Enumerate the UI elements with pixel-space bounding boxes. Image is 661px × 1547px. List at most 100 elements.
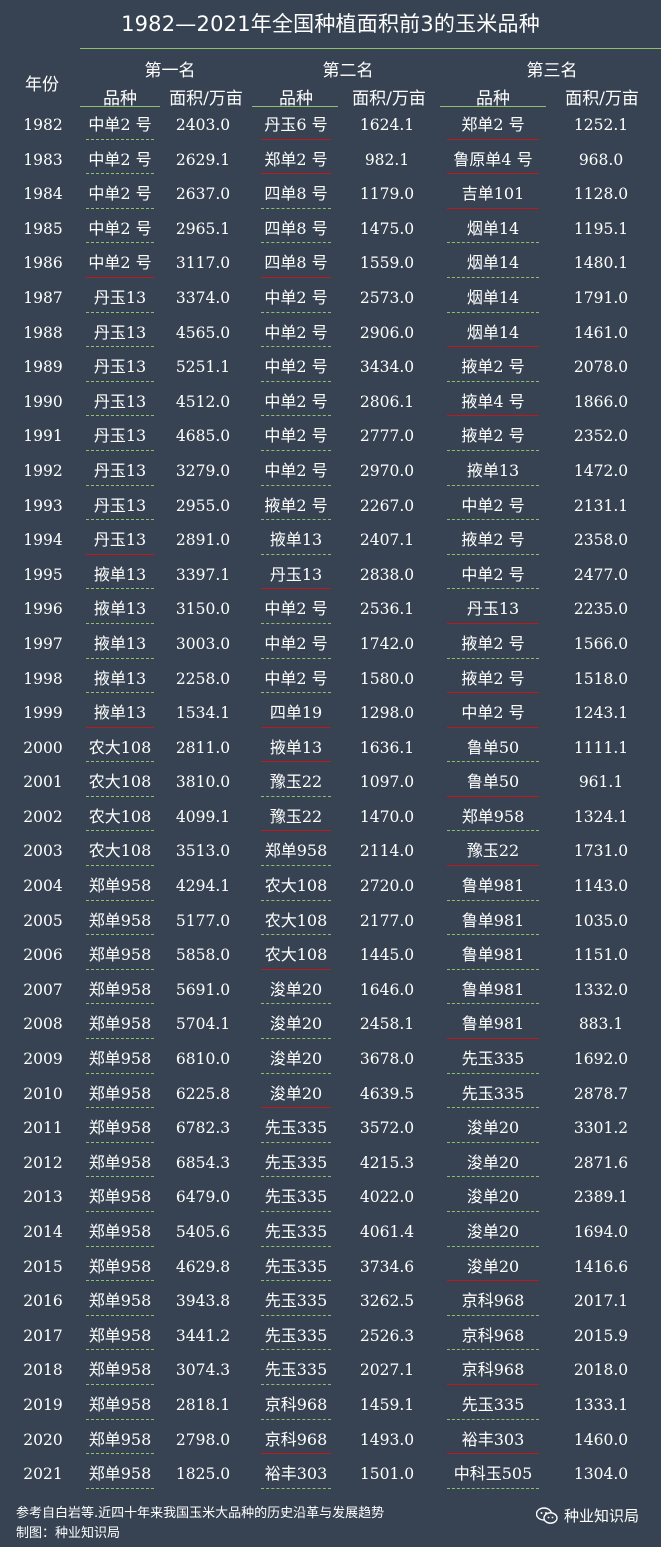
rank1-variety-cell: 郑单958 — [82, 869, 158, 904]
green-dashed-underline — [86, 207, 154, 209]
year-cell-text: 2002 — [23, 807, 63, 826]
rank2-area-cell: 1475.0 — [352, 212, 422, 247]
year-cell: 1987 — [20, 281, 66, 316]
green-dashed-underline — [86, 761, 154, 763]
rank1-area-cell: 5251.1 — [168, 350, 238, 385]
rank3-variety-cell-text: 京科968 — [461, 1325, 525, 1345]
green-dashed-underline — [261, 1072, 331, 1074]
green-dashed-underline — [261, 1280, 331, 1282]
year-cell: 2020 — [20, 1423, 66, 1458]
year-cell: 2019 — [20, 1388, 66, 1423]
green-dashed-underline — [86, 1280, 154, 1282]
red-underline — [447, 1038, 539, 1040]
rank2-area-cell: 982.1 — [352, 143, 422, 178]
rank3-variety-cell: 中单2 号 — [443, 558, 543, 593]
rank1-variety-cell: 郑单958 — [82, 904, 158, 939]
rank1-area-cell: 3397.1 — [168, 558, 238, 593]
rank1-area-cell-text: 3279.0 — [175, 461, 231, 480]
year-cell: 1990 — [20, 385, 66, 420]
rank3-variety-cell: 丹玉13 — [443, 592, 543, 627]
year-cell-text: 1993 — [23, 496, 63, 515]
green-dashed-underline — [261, 622, 331, 624]
year-cell-text: 1997 — [23, 634, 63, 653]
year-cell: 1995 — [20, 558, 66, 593]
table-row: 1983 中单2 号 2629.1 郑单2 号 982.1 鲁原单4 号 968.0 — [0, 143, 661, 178]
header-rule-variety-3 — [440, 106, 546, 107]
green-dashed-underline — [261, 692, 331, 694]
year-cell-text: 2019 — [23, 1395, 63, 1414]
rank3-area-cell: 1480.1 — [566, 246, 636, 281]
year-cell-text: 2004 — [23, 877, 63, 896]
red-underline — [261, 726, 331, 728]
green-dashed-underline — [261, 207, 331, 209]
rank3-variety-cell: 裕丰303 — [443, 1423, 543, 1458]
rank1-variety-cell: 郑单958 — [82, 1111, 158, 1146]
rank1-area-cell-text: 4685.0 — [175, 427, 231, 446]
green-dashed-underline — [86, 242, 154, 244]
green-dashed-underline — [86, 657, 154, 659]
header-rank-3: 第三名 — [526, 61, 578, 81]
rank2-variety-cell-text: 先玉335 — [264, 1291, 328, 1311]
red-underline — [447, 346, 539, 348]
rank3-area-cell: 1304.0 — [566, 1457, 636, 1492]
table-row: 2014 郑单958 5405.6 先玉335 4061.4 浚单20 1694.0 — [0, 1215, 661, 1250]
rank2-variety-cell: 先玉335 — [257, 1146, 335, 1181]
rank1-variety-cell-text: 郑单958 — [88, 1464, 152, 1484]
rank3-area-cell: 1333.1 — [566, 1388, 636, 1423]
red-underline — [261, 138, 331, 140]
rank1-variety-cell: 郑单958 — [82, 1319, 158, 1354]
rank3-area-cell: 1566.0 — [566, 627, 636, 662]
rank2-variety-cell-text: 丹玉13 — [269, 564, 323, 584]
rank2-area-cell: 2906.0 — [352, 316, 422, 351]
red-underline — [261, 173, 331, 175]
rank3-variety-cell: 京科968 — [443, 1319, 543, 1354]
rank1-variety-cell: 郑单958 — [82, 973, 158, 1008]
rank3-variety-cell: 掖单2 号 — [443, 419, 543, 454]
rank1-variety-cell: 丹玉13 — [82, 419, 158, 454]
green-dashed-underline — [86, 346, 154, 348]
rank1-variety-cell: 农大108 — [82, 834, 158, 869]
rank2-area-cell-text: 1459.1 — [359, 1395, 415, 1414]
rank2-variety-cell: 先玉335 — [257, 1215, 335, 1250]
rank2-variety-cell: 豫玉22 — [257, 765, 335, 800]
rank1-area-cell: 2818.1 — [168, 1388, 238, 1423]
table-row: 1998 掖单13 2258.0 中单2 号 1580.0 掖单2 号 1518.0 — [0, 662, 661, 697]
rank3-variety-cell: 鲁单50 — [443, 731, 543, 766]
rank3-variety-cell: 浚单20 — [443, 1111, 543, 1146]
green-dashed-underline — [86, 1003, 154, 1005]
year-cell-text: 2005 — [23, 911, 63, 930]
rank3-variety-cell: 烟单14 — [443, 316, 543, 351]
rank2-variety-cell-text: 中单2 号 — [264, 460, 328, 480]
rank1-variety-cell: 郑单958 — [82, 1388, 158, 1423]
green-dashed-underline — [447, 657, 539, 659]
green-dashed-underline — [261, 795, 331, 797]
rank3-variety-cell-text: 掖单2 号 — [461, 668, 525, 688]
green-dashed-underline — [447, 761, 539, 763]
year-cell-text: 1995 — [23, 565, 63, 584]
rank1-variety-cell-text: 农大108 — [88, 772, 152, 792]
rank3-variety-cell: 先玉335 — [443, 1042, 543, 1077]
green-dashed-underline — [86, 1107, 154, 1109]
rank1-variety-cell-text: 中单2 号 — [88, 253, 152, 273]
rank2-area-cell-text: 1179.0 — [359, 185, 415, 204]
rank2-variety-cell-text: 先玉335 — [264, 1256, 328, 1276]
red-underline — [261, 1453, 331, 1455]
rank3-variety-cell-text: 先玉335 — [461, 1049, 525, 1069]
rank2-variety-cell-text: 裕丰303 — [264, 1464, 328, 1484]
year-cell-text: 2000 — [23, 738, 63, 757]
rank1-area-cell: 4512.0 — [168, 385, 238, 420]
rank2-variety-cell-text: 豫玉22 — [269, 806, 323, 826]
rank1-variety-cell: 郑单958 — [82, 1042, 158, 1077]
green-dashed-underline — [447, 1418, 539, 1420]
rank2-area-cell: 1636.1 — [352, 731, 422, 766]
year-cell-text: 1982 — [23, 116, 63, 134]
rank3-variety-cell-text: 浚单20 — [466, 1118, 520, 1138]
red-underline — [447, 1383, 539, 1385]
rank3-variety-cell-text: 鲁单981 — [461, 979, 525, 999]
rank1-area-cell-text: 4512.0 — [175, 392, 231, 411]
rank2-area-cell-text: 1636.1 — [359, 738, 415, 757]
rank2-variety-cell-text: 浚单20 — [269, 1083, 323, 1103]
green-dashed-underline — [447, 1141, 539, 1143]
green-dashed-underline — [86, 173, 154, 175]
rank1-area-cell: 2965.1 — [168, 212, 238, 247]
